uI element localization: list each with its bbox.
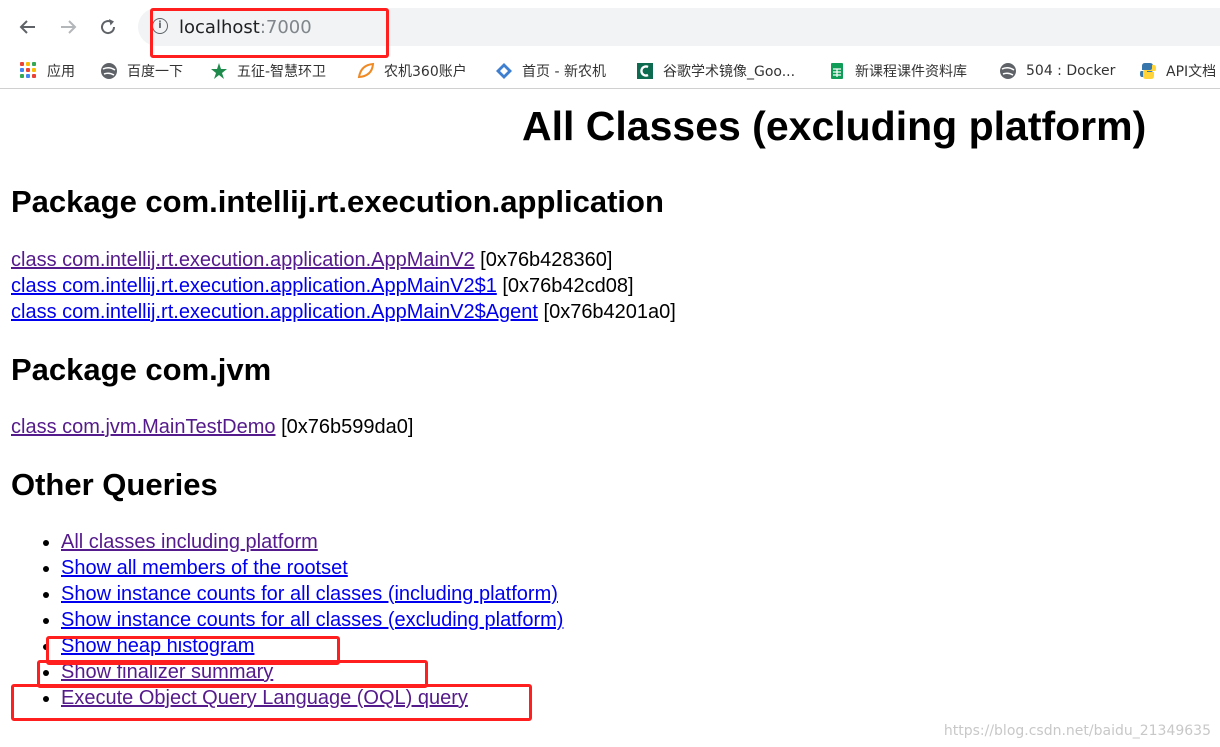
watermark: https://blog.csdn.net/baidu_21349635	[943, 723, 1211, 739]
object-address: [0x76b428360]	[474, 249, 613, 271]
bookmark-label: 新课程课件资料库	[855, 64, 967, 80]
list-item: Show instance counts for all classes (in…	[61, 581, 563, 607]
list-item: All classes including platform	[61, 529, 563, 555]
class-entry: class com.jvm.MainTestDemo [0x76b599da0]	[11, 414, 413, 440]
query-link-instance-counts-excluding[interactable]: Show instance counts for all classes (ex…	[61, 609, 563, 631]
bookmark-docker[interactable]: 504 : Docker	[999, 59, 1115, 83]
bookmark-nongji360[interactable]: 农机360账户	[357, 59, 467, 83]
query-link-all-classes[interactable]: All classes including platform	[61, 531, 318, 553]
bookmarks-bar: 应用 百度一下 五征-智慧环卫 农机360账户 首页 - 新农机 谷歌学术镜像_…	[0, 54, 1220, 89]
query-link-instance-counts-including[interactable]: Show instance counts for all classes (in…	[61, 583, 558, 605]
bookmark-label: 504 : Docker	[1026, 63, 1116, 79]
docker-globe-icon	[1000, 63, 1016, 79]
forward-button[interactable]	[55, 14, 81, 40]
list-item: Show finalizer summary	[61, 659, 563, 685]
xinnongji-diamond-icon	[496, 63, 512, 79]
bookmark-wuzheng[interactable]: 五征-智慧环卫	[210, 59, 326, 83]
arrow-left-icon	[19, 20, 35, 34]
bookmark-api-docs[interactable]: API文档	[1139, 59, 1216, 83]
query-link-oql[interactable]: Execute Object Query Language (OQL) quer…	[61, 687, 468, 709]
bookmark-label: 农机360账户	[384, 64, 467, 80]
query-link-finalizer-summary[interactable]: Show finalizer summary	[61, 661, 273, 683]
url-port: :7000	[259, 17, 312, 38]
class-entry: class com.intellij.rt.execution.applicat…	[11, 273, 634, 299]
object-address: [0x76b42cd08]	[496, 275, 634, 297]
reload-button[interactable]	[95, 14, 121, 40]
reload-icon	[101, 19, 116, 35]
scholar-mirror-icon	[637, 63, 653, 79]
baidu-globe-icon	[101, 63, 117, 79]
bookmark-scholar[interactable]: 谷歌学术镜像_Goo...	[636, 59, 795, 83]
browser-toolbar: i localhost:7000	[0, 0, 1220, 54]
bookmark-label: 首页 - 新农机	[522, 64, 606, 80]
bookmark-baidu[interactable]: 百度一下	[100, 59, 183, 83]
bookmark-label: 百度一下	[127, 64, 183, 80]
bookmark-label: 应用	[47, 64, 75, 80]
package-heading: Package com.jvm	[11, 352, 272, 387]
class-link[interactable]: class com.jvm.MainTestDemo	[11, 416, 276, 438]
bookmark-label: API文档	[1166, 64, 1217, 80]
apps-grid-icon	[20, 62, 38, 80]
bookmark-label: 五征-智慧环卫	[237, 64, 327, 80]
other-queries-list: All classes including platform Show all …	[0, 529, 563, 711]
class-link[interactable]: class com.intellij.rt.execution.applicat…	[11, 275, 497, 297]
arrow-right-icon	[61, 20, 77, 34]
class-link[interactable]: class com.intellij.rt.execution.applicat…	[11, 301, 538, 323]
bookmark-xinnongji[interactable]: 首页 - 新农机	[495, 59, 606, 83]
page-title: All Classes (excluding platform)	[522, 103, 1147, 149]
class-link[interactable]: class com.intellij.rt.execution.applicat…	[11, 249, 475, 271]
query-link-rootset[interactable]: Show all members of the rootset	[61, 557, 348, 579]
wuzheng-logo-icon	[211, 63, 227, 79]
spreadsheet-icon	[831, 63, 843, 79]
page-content: All Classes (excluding platform) Package…	[0, 89, 1220, 747]
nongji-leaf-icon	[357, 62, 375, 79]
python-logo-icon	[1140, 63, 1156, 79]
class-entry: class com.intellij.rt.execution.applicat…	[11, 299, 676, 325]
url-text: localhost:7000	[179, 17, 312, 38]
back-button[interactable]	[15, 14, 41, 40]
package-heading: Package com.intellij.rt.execution.applic…	[11, 184, 664, 219]
address-bar[interactable]: i localhost:7000	[138, 8, 1220, 46]
object-address: [0x76b599da0]	[275, 416, 414, 438]
url-host: localhost	[179, 17, 260, 38]
bookmark-label: 谷歌学术镜像_Goo...	[663, 64, 796, 80]
list-item: Show heap histogram	[61, 633, 563, 659]
bookmark-apps[interactable]: 应用	[20, 59, 75, 83]
site-info-icon[interactable]: i	[152, 18, 168, 34]
other-queries-heading: Other Queries	[11, 467, 218, 502]
list-item: Execute Object Query Language (OQL) quer…	[61, 685, 563, 711]
class-entry: class com.intellij.rt.execution.applicat…	[11, 247, 612, 273]
query-link-heap-histogram[interactable]: Show heap histogram	[61, 635, 254, 657]
object-address: [0x76b4201a0]	[537, 301, 676, 323]
bookmark-courseware[interactable]: 新课程课件资料库	[828, 59, 967, 83]
list-item: Show all members of the rootset	[61, 555, 563, 581]
list-item: Show instance counts for all classes (ex…	[61, 607, 563, 633]
